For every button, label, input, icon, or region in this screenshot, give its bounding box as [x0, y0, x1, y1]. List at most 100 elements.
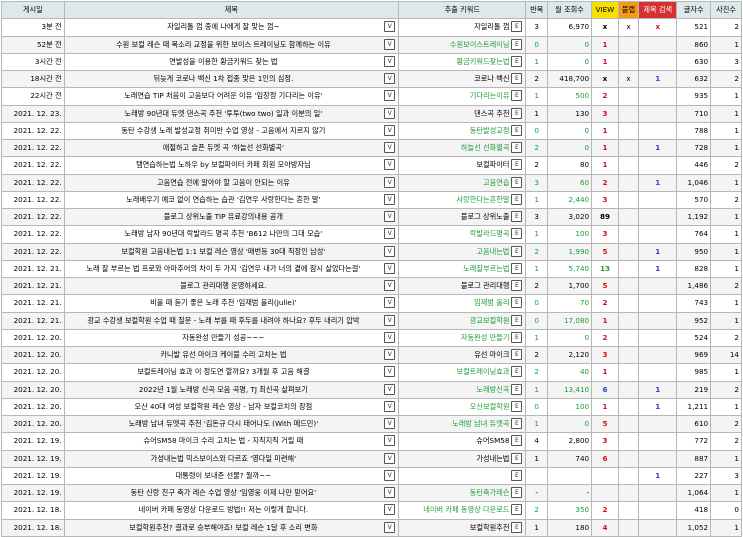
- view-post-button[interactable]: V: [384, 38, 396, 50]
- post-title-text[interactable]: 동탄 수강생 노래 발성교정 취미반 수업 영상 - 고음에서 지르지 않기: [121, 126, 325, 135]
- extract-keyword-button[interactable]: E: [511, 435, 523, 447]
- view-post-button[interactable]: V: [384, 504, 396, 516]
- post-title-text[interactable]: 슈어SM58 마이크 수리 고치는 법 - 지직지직 거릴 때: [143, 436, 303, 445]
- view-post-button[interactable]: V: [384, 349, 396, 360]
- extract-keyword-button[interactable]: E: [511, 452, 523, 464]
- post-title-text[interactable]: 고음연습 전에 알아야 할 고음이 안되는 이유: [157, 178, 290, 187]
- view-post-button[interactable]: V: [384, 193, 396, 205]
- extract-keyword-button[interactable]: E: [511, 349, 523, 360]
- view-post-button[interactable]: V: [384, 331, 396, 343]
- extract-keyword-button[interactable]: E: [511, 504, 523, 516]
- post-title-text[interactable]: 연발성을 이용한 황금키워드 찾는 법: [169, 57, 277, 66]
- view-post-button[interactable]: V: [384, 366, 396, 378]
- keyword-text: 노래방 남녀 듀엣곡: [451, 419, 510, 429]
- post-title-text[interactable]: 카니발 유선 마이크 케이블 수리 고치는 법: [160, 350, 286, 359]
- extract-keyword-button[interactable]: E: [511, 228, 523, 240]
- post-title-text[interactable]: 동탄 신랑 친구 축가 레슨 수업 영상 '임영웅 이제 나만 믿어요': [131, 488, 317, 497]
- extract-keyword-button[interactable]: E: [511, 245, 523, 257]
- view-post-button[interactable]: V: [384, 245, 396, 257]
- extract-keyword-button[interactable]: E: [511, 383, 523, 395]
- extract-keyword-button[interactable]: E: [511, 193, 523, 205]
- post-title-text[interactable]: 블로그 관리대행 운영하세요.: [180, 281, 266, 290]
- extract-keyword-button[interactable]: E: [511, 124, 523, 136]
- view-post-button[interactable]: V: [384, 400, 396, 412]
- view-post-button[interactable]: V: [384, 297, 396, 309]
- keyword-cell: 자일리톨 껌E: [398, 18, 527, 37]
- extract-keyword-button[interactable]: E: [511, 142, 523, 153]
- extract-keyword-button[interactable]: E: [511, 176, 523, 188]
- view-post-button[interactable]: V: [384, 418, 396, 429]
- view-post-button[interactable]: V: [384, 383, 396, 395]
- post-title-text[interactable]: 비올 때 듣기 좋은 노래 추천 '임재범 올리(Julie)': [150, 298, 296, 307]
- post-title-text[interactable]: 노래연습 TIP 처음이 고음보다 어려운 이유 '임창정 기다리는 이유': [124, 91, 322, 100]
- extract-keyword-button[interactable]: E: [511, 211, 523, 222]
- table-row: 2021. 12. 22. 탬연습하는법 노하우 by 보컬파이터 카페 회원 모…: [1, 156, 742, 175]
- post-title-text[interactable]: 탬연습하는법 노하우 by 보컬파이터 카페 회원 모아방자님: [136, 160, 311, 169]
- extract-keyword-button[interactable]: E: [511, 159, 523, 171]
- view-post-button[interactable]: V: [384, 487, 396, 498]
- view-post-button[interactable]: V: [384, 469, 396, 481]
- post-title-text[interactable]: 애절하고 슬픈 듀엣 곡 '하늘선 선화별곡': [163, 143, 284, 152]
- post-title-text[interactable]: 자일리톨 껌 중에 나에게 잘 맞는 껌~: [167, 22, 279, 31]
- post-title-text[interactable]: 보컬학원추천? 결과로 승부해야죠! 보컬 레슨 1달 후 소리 변화: [129, 523, 317, 532]
- extract-keyword-button[interactable]: E: [511, 280, 523, 291]
- extract-keyword-button[interactable]: E: [511, 331, 523, 343]
- post-title-text[interactable]: 대통령이 보내준 선물? 뭘까~~: [176, 471, 271, 480]
- post-title-text[interactable]: 오산 40대 여성 보컬학원 레슨 영상 - 남자 보컬코치의 장점: [134, 402, 312, 411]
- view-post-button[interactable]: V: [384, 21, 396, 33]
- view-post-button[interactable]: V: [384, 73, 396, 84]
- header-blog-flag: 블랩: [617, 0, 640, 20]
- view-post-button[interactable]: V: [384, 314, 396, 326]
- blog-rank: [617, 52, 640, 72]
- view-post-button[interactable]: V: [384, 176, 396, 188]
- post-title-text[interactable]: 노래배우기 예코 없이 연습하는 습관 '김연우 사랑한다는 흔한 말': [126, 195, 320, 204]
- post-title-text[interactable]: 노래 잘 부르는 법 프로와 아마추어의 차이 두 가지 '김연우 내가 너의 …: [86, 264, 360, 273]
- extract-keyword-button[interactable]: E: [511, 21, 523, 33]
- extract-keyword-button[interactable]: E: [511, 262, 523, 274]
- post-title-text[interactable]: 2022년 1월 노래방 신곡 모음 곡명, TJ 최신곡 살펴보기: [139, 385, 308, 394]
- post-title-text[interactable]: 수원 보컬 레슨 때 목소리 교정을 위한 보이스 트레이닝도 함께하는 이유: [116, 40, 331, 49]
- view-post-button[interactable]: V: [384, 159, 396, 171]
- view-post-button[interactable]: V: [384, 55, 396, 67]
- post-title-text[interactable]: 광교 수강생 보컬학원 수업 때 질문 - 노래 부를 때 후두를 내려야 하나…: [87, 316, 359, 325]
- view-post-button[interactable]: V: [384, 90, 396, 102]
- photo-count: 2: [710, 69, 742, 89]
- post-title-text[interactable]: 뒤늦게 코로나 백신 1차 접종 맞은 1인의 심정.: [153, 74, 293, 83]
- view-post-button[interactable]: V: [384, 452, 396, 464]
- extract-keyword-button[interactable]: E: [511, 487, 523, 498]
- view-post-button[interactable]: V: [384, 211, 396, 222]
- post-title-text[interactable]: 보컬학원 고음내는법 1:1 보컬 레슨 영상 '매번등 30대 직장인 남성': [121, 247, 325, 256]
- extract-keyword-button[interactable]: E: [511, 73, 523, 84]
- post-date: 18시간 전: [1, 69, 65, 89]
- extract-keyword-button[interactable]: E: [511, 469, 523, 481]
- view-post-button[interactable]: V: [384, 435, 396, 447]
- extract-keyword-button[interactable]: E: [511, 107, 523, 119]
- post-title-text[interactable]: 가성내는법 믹스보이스와 다르죠 '영다일 미련해': [151, 454, 296, 463]
- post-title-text[interactable]: 블로그 상위노출 TIP 유료강의내용 공개: [164, 212, 283, 221]
- view-post-button[interactable]: V: [384, 280, 396, 291]
- keyword-cell: 가성내는법 E: [398, 449, 527, 468]
- view-post-button[interactable]: V: [384, 521, 396, 533]
- view-post-button[interactable]: V: [384, 142, 396, 153]
- post-title-text[interactable]: 보컬트레이닝 효과 이 정도면 할까요? 3개월 후 고음 해결: [137, 367, 309, 376]
- view-post-button[interactable]: V: [384, 124, 396, 136]
- view-post-button[interactable]: V: [384, 228, 396, 240]
- post-title-text[interactable]: 노래방 남자 90년대 락발라드 명곡 추천 'B612 나만의 그대 모습': [124, 229, 322, 238]
- post-title-text[interactable]: 자동완성 만들기 성공~~~: [182, 333, 264, 342]
- post-title-text[interactable]: 네이버 카페 동영상 다운로드 방법!! 저는 이렇게 합니다.: [139, 505, 309, 514]
- extract-keyword-button[interactable]: E: [511, 400, 523, 412]
- view-post-button[interactable]: V: [384, 107, 396, 119]
- monthly-views: 0: [546, 52, 593, 72]
- view-rank: [591, 466, 619, 486]
- extract-keyword-button[interactable]: E: [511, 418, 523, 429]
- extract-keyword-button[interactable]: E: [511, 297, 523, 309]
- post-title-text[interactable]: 노래방 남녀 듀엣곡 추천 '김돈규 다시 태어나도 (With 메드민)': [129, 419, 319, 428]
- extract-keyword-button[interactable]: E: [511, 521, 523, 533]
- extract-keyword-button[interactable]: E: [511, 90, 523, 102]
- extract-keyword-button[interactable]: E: [511, 366, 523, 378]
- post-title-text[interactable]: 노래방 90년대 듀엣 댄스곡 추천 '투투(two two) 일과 이분의 일…: [125, 109, 323, 118]
- extract-keyword-button[interactable]: E: [511, 38, 523, 50]
- view-post-button[interactable]: V: [384, 262, 396, 274]
- extract-keyword-button[interactable]: E: [511, 314, 523, 326]
- extract-keyword-button[interactable]: E: [511, 55, 523, 67]
